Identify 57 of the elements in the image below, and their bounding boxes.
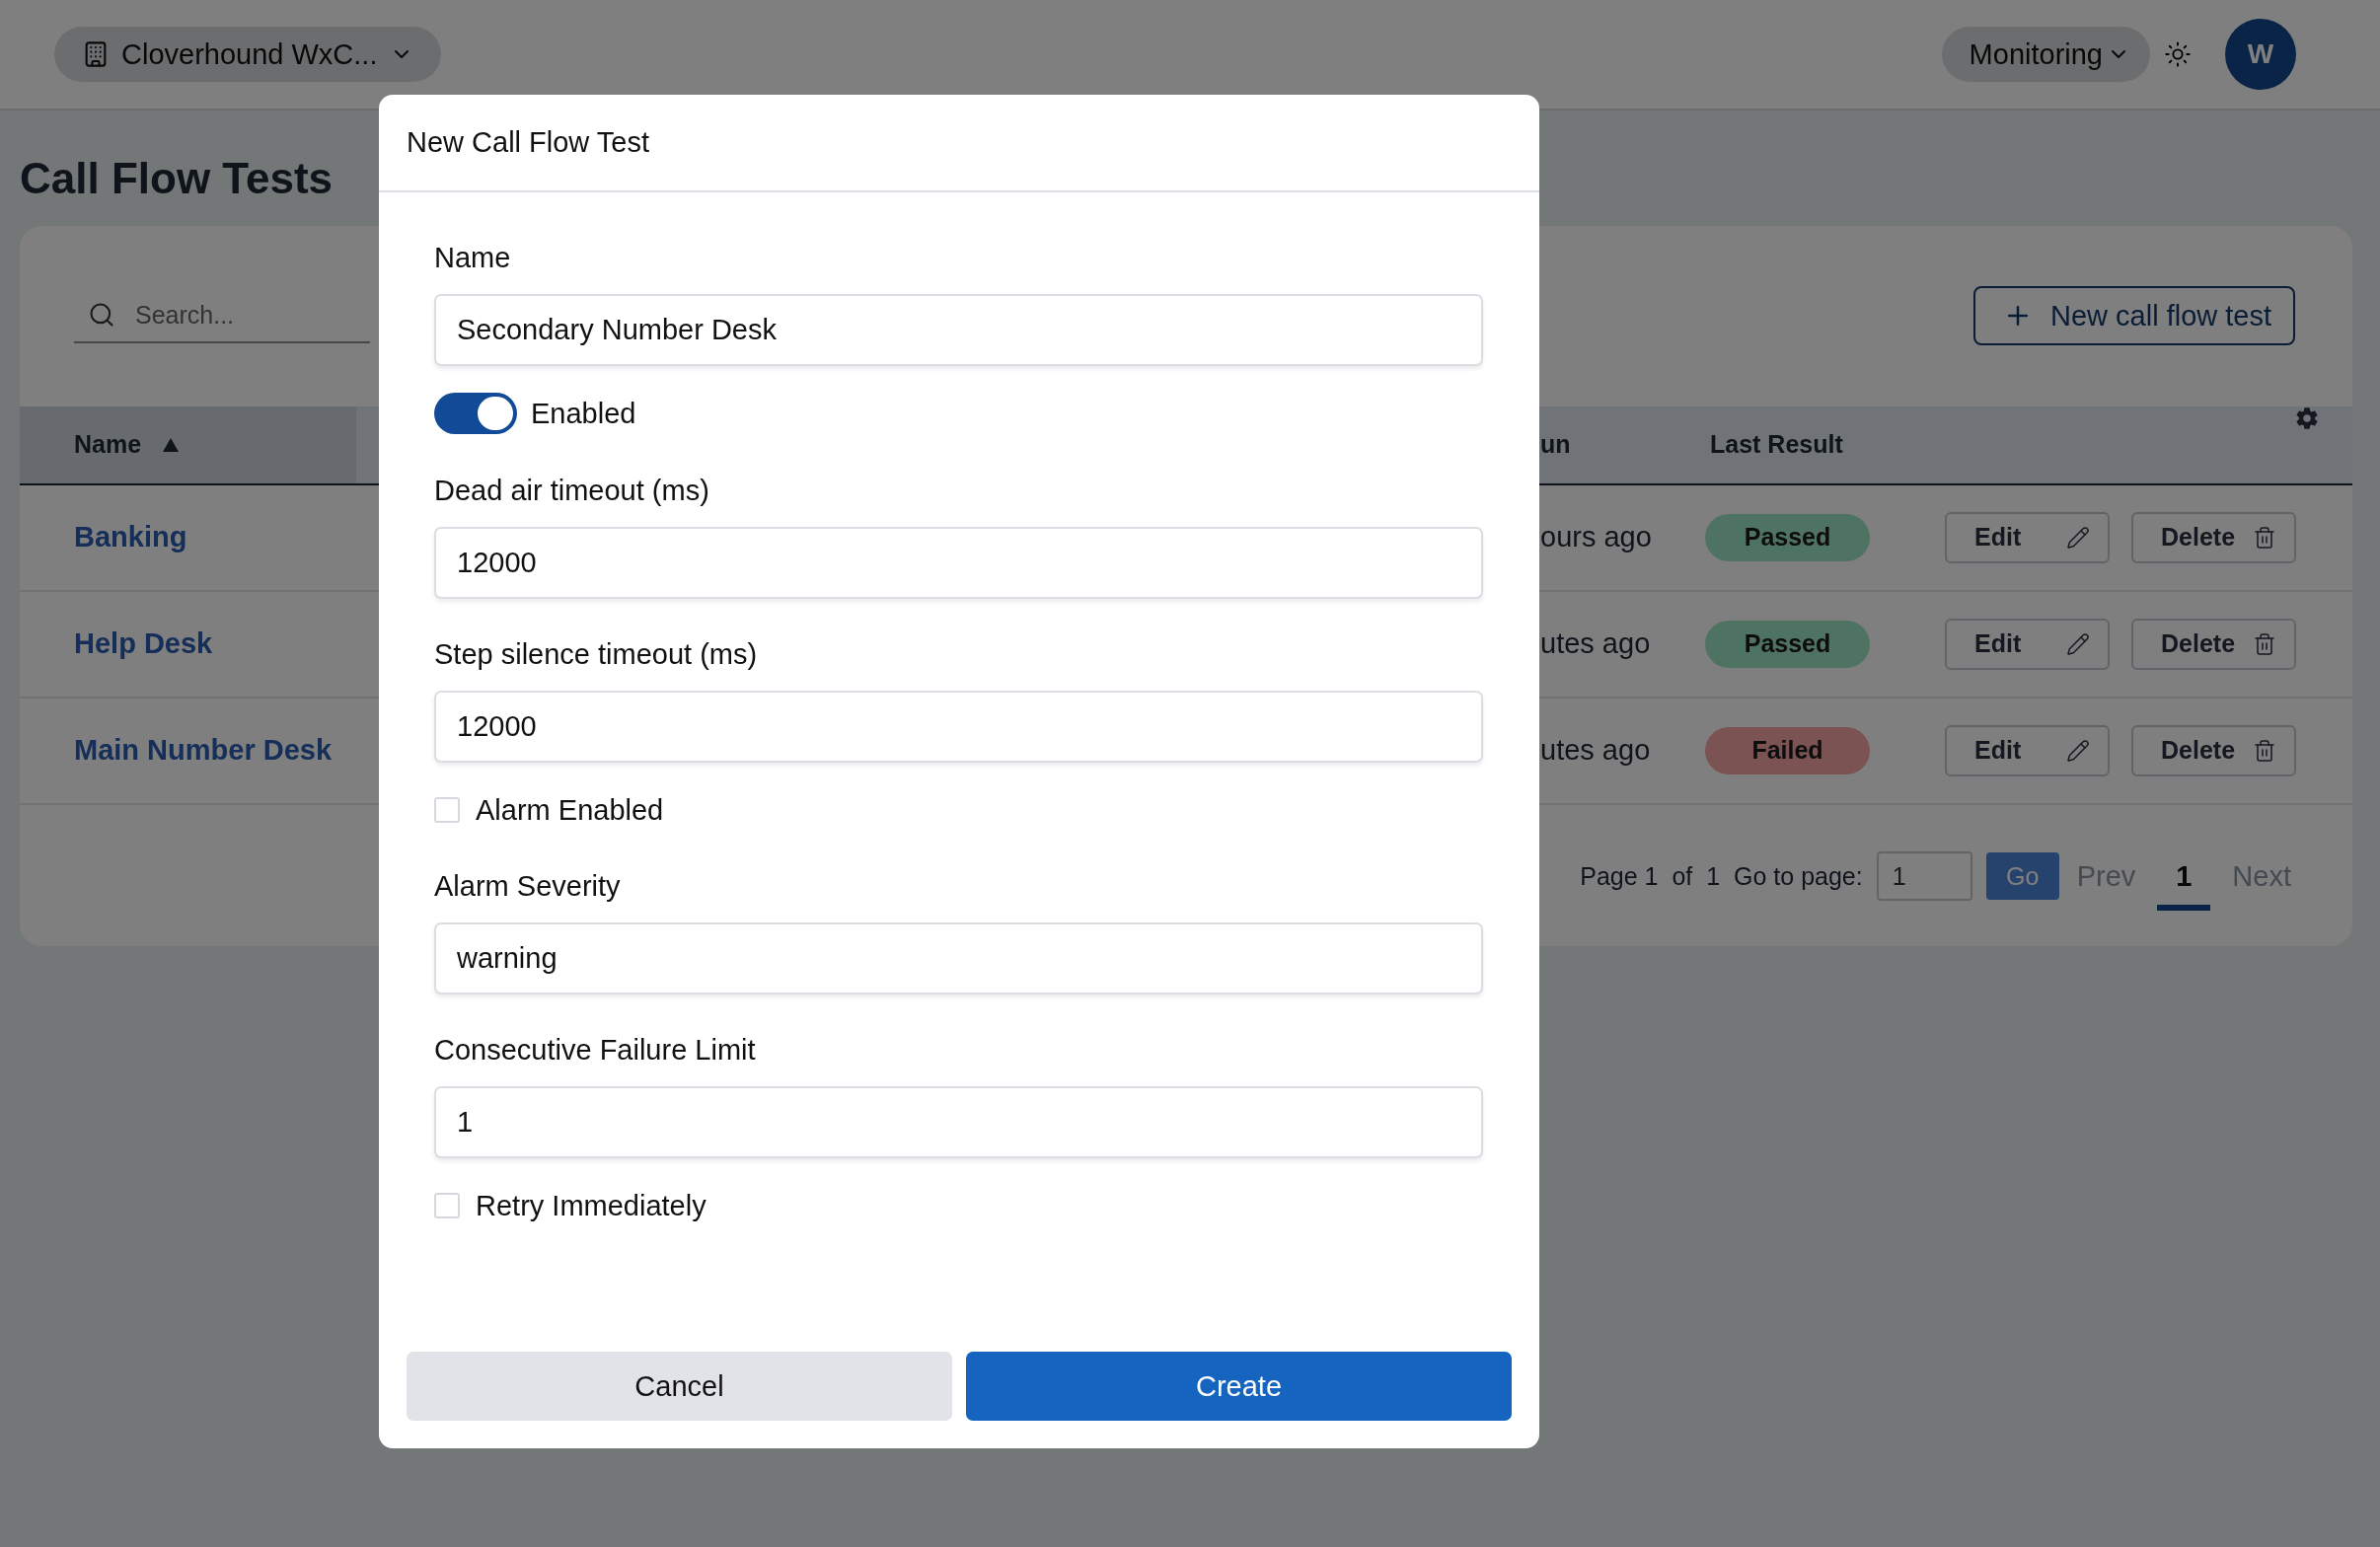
column-header[interactable]: Name <box>74 430 142 460</box>
create-button[interactable]: Create <box>966 1352 1512 1421</box>
go-button[interactable]: Go <box>1985 852 2059 901</box>
status-badge: Passed <box>1705 620 1870 668</box>
edit-button[interactable]: Edit <box>1945 511 2110 563</box>
modal-title: New Call Flow Test <box>407 126 650 159</box>
edit-button[interactable]: Edit <box>1945 724 2110 776</box>
table-cell-text: utes ago <box>1540 734 1652 768</box>
text-field[interactable]: warning <box>434 922 1483 994</box>
checkbox[interactable] <box>434 1193 460 1218</box>
nav-menu[interactable]: Monitoring <box>1941 27 2150 82</box>
settings-icon[interactable] <box>2295 405 2319 430</box>
trash-icon <box>2253 631 2276 656</box>
trash-icon <box>2253 738 2276 763</box>
status-badge: Passed <box>1705 513 1870 561</box>
search-field[interactable]: Search... <box>133 299 331 331</box>
table-cell-text: ours ago <box>1540 521 1653 554</box>
text-field[interactable]: Secondary Number Desk <box>434 294 1483 366</box>
delete-button[interactable]: Delete <box>2131 511 2296 563</box>
checkbox[interactable] <box>434 797 460 823</box>
field-label: Consecutive Failure Limit <box>434 1034 757 1067</box>
pencil-icon <box>2066 738 2090 763</box>
column-header[interactable]: un <box>1540 430 1571 460</box>
page-number[interactable]: 1 <box>2157 842 2211 912</box>
checkbox-label: Retry Immediately <box>476 1189 707 1222</box>
search-icon <box>88 301 115 330</box>
table-cell-text: utes ago <box>1540 627 1652 661</box>
text-field[interactable]: 12000 <box>434 691 1483 763</box>
pencil-icon <box>2066 525 2090 550</box>
field-label: Alarm Severity <box>434 870 622 903</box>
cancel-button[interactable]: Cancel <box>407 1352 952 1421</box>
text-field[interactable]: 12000 <box>434 527 1483 599</box>
field-label: Name <box>434 242 512 274</box>
prev-link[interactable]: Prev <box>2072 859 2140 893</box>
status-badge: Failed <box>1705 726 1870 774</box>
page-title: Call Flow Tests <box>20 153 334 204</box>
page-summary: Page 1 of 1 <box>1580 861 1721 891</box>
avatar[interactable]: W <box>2225 19 2296 90</box>
next-link[interactable]: Next <box>2228 859 2295 893</box>
new-test-button[interactable]: New call flow test <box>1973 286 2295 346</box>
field-label: Dead air timeout (ms) <box>434 475 710 507</box>
pencil-icon <box>2066 631 2090 656</box>
page-input[interactable]: 1 <box>1876 851 1972 902</box>
delete-button[interactable]: Delete <box>2131 724 2296 776</box>
checkbox-label: Alarm Enabled <box>476 793 664 827</box>
sort-ascending-icon <box>163 437 180 452</box>
delete-button[interactable]: Delete <box>2131 618 2296 670</box>
sun-icon[interactable] <box>2164 40 2192 68</box>
toggle-switch[interactable] <box>434 393 517 434</box>
org-selector[interactable]: Cloverhound WxC... <box>54 27 441 82</box>
toggle-label: Enabled <box>531 397 636 430</box>
goto-label: Go to page: <box>1734 861 1863 891</box>
column-header[interactable]: Last Result <box>1710 430 1843 460</box>
field-label: Step silence timeout (ms) <box>434 638 759 671</box>
text-field[interactable]: 1 <box>434 1086 1483 1158</box>
edit-button[interactable]: Edit <box>1945 618 2110 670</box>
trash-icon <box>2253 525 2276 550</box>
